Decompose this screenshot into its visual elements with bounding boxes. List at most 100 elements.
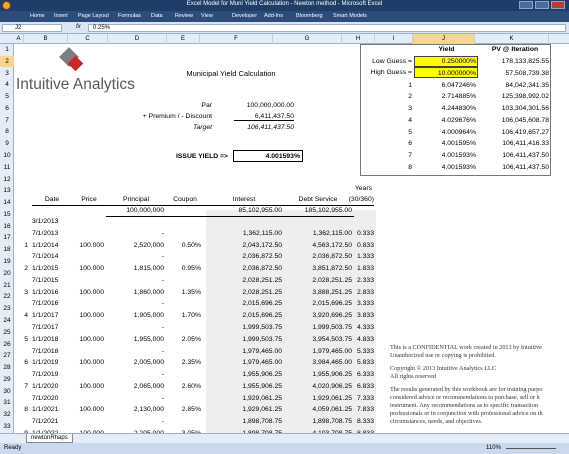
- row-header-7[interactable]: 7: [0, 115, 14, 126]
- sheet-tab-newton[interactable]: newtonRhaps: [26, 434, 73, 443]
- row-header-9[interactable]: 9: [0, 138, 14, 149]
- ribbon-tab-review[interactable]: Review: [175, 13, 193, 19]
- principal-amount: 2,130,000: [133, 406, 164, 414]
- column-header-k[interactable]: K: [475, 34, 549, 44]
- ribbon-tab-home[interactable]: Home: [30, 13, 45, 19]
- worksheet-grid[interactable]: Intuitive Analytics Municipal Yield Calc…: [14, 44, 569, 433]
- column-header-a[interactable]: A: [14, 34, 24, 44]
- row-header-32[interactable]: 32: [0, 409, 14, 420]
- debt-service-amount: 2,036,872.50: [312, 253, 352, 261]
- ribbon-tab-bloomberg[interactable]: Bloomberg: [296, 13, 323, 19]
- payment-date: 7/1/2019: [32, 371, 59, 379]
- row-header-29[interactable]: 29: [0, 374, 14, 385]
- ribbon-tab-data[interactable]: Data: [151, 13, 163, 19]
- name-box[interactable]: J2: [2, 24, 62, 32]
- premium-value: 6,411,437.50: [234, 111, 294, 121]
- bond-number: [14, 216, 28, 227]
- years-value: 2.833: [356, 288, 374, 296]
- row-header-20[interactable]: 20: [0, 268, 14, 279]
- row-header-17[interactable]: 17: [0, 232, 14, 243]
- row-header-22[interactable]: 22: [0, 291, 14, 302]
- formula-input[interactable]: 0.25%: [88, 24, 566, 32]
- iteration-yield[interactable]: 10.000000%: [414, 68, 476, 79]
- bond-price: [72, 369, 104, 380]
- column-header-b[interactable]: B: [24, 34, 68, 44]
- close-button[interactable]: [551, 1, 565, 9]
- bond-number: 3: [24, 288, 28, 296]
- row-header-27[interactable]: 27: [0, 350, 14, 361]
- row-header-28[interactable]: 28: [0, 362, 14, 373]
- payment-date: 7/1/2016: [32, 300, 59, 308]
- years-value: 0.833: [356, 241, 374, 249]
- ribbon-tab-smart-models[interactable]: Smart Models: [333, 13, 367, 19]
- column-header-h[interactable]: H: [342, 34, 375, 44]
- row-header-33[interactable]: 33: [0, 421, 14, 432]
- years-value: 0.333: [356, 229, 374, 237]
- column-header-d[interactable]: D: [108, 34, 167, 44]
- row-header-30[interactable]: 30: [0, 386, 14, 397]
- ribbon-tab-page-layout[interactable]: Page Layout: [78, 13, 109, 19]
- principal-amount: 1,955,000: [133, 335, 164, 343]
- column-header-i[interactable]: I: [375, 34, 413, 44]
- iteration-yield: 4.244830%: [441, 105, 476, 113]
- maximize-button[interactable]: [535, 1, 549, 9]
- ribbon-tab-insert[interactable]: Insert: [54, 13, 68, 19]
- row-header-15[interactable]: 15: [0, 209, 14, 220]
- row-header-2[interactable]: 2: [0, 55, 14, 67]
- par-value: 100,000,000.00: [246, 102, 294, 109]
- row-header-11[interactable]: 11: [0, 162, 14, 173]
- coupon-header: Coupon: [173, 196, 197, 203]
- years-value: 5.833: [356, 359, 374, 367]
- row-header-13[interactable]: 13: [0, 185, 14, 196]
- row-header-4[interactable]: 4: [0, 79, 14, 90]
- bond-number: [14, 298, 28, 309]
- debt-service-amount: 2,028,251.25: [312, 276, 352, 284]
- payment-date: 7/1/2018: [32, 347, 59, 355]
- row-header-26[interactable]: 26: [0, 339, 14, 350]
- row-header-16[interactable]: 16: [0, 221, 14, 232]
- row-header-12[interactable]: 12: [0, 174, 14, 185]
- row-header-8[interactable]: 8: [0, 126, 14, 137]
- column-header-e[interactable]: E: [167, 34, 200, 44]
- iteration-yield[interactable]: 0.250000%: [414, 56, 476, 67]
- row-header-6[interactable]: 6: [0, 103, 14, 114]
- fx-icon[interactable]: fx: [76, 24, 81, 30]
- row-header-18[interactable]: 18: [0, 244, 14, 255]
- payment-date: 1/1/2015: [32, 265, 59, 273]
- iteration-pv: 106,411,437.50: [502, 164, 549, 172]
- column-header-g[interactable]: G: [273, 34, 342, 44]
- row-header-25[interactable]: 25: [0, 327, 14, 338]
- bond-number: 1: [24, 241, 28, 249]
- target-value: 106,411,437.50: [247, 124, 294, 131]
- issue-yield-box[interactable]: 4.001593%: [233, 150, 303, 162]
- ribbon-tab-developer[interactable]: Developer: [232, 13, 257, 19]
- ribbon-tab-formulas[interactable]: Formulas: [118, 13, 141, 19]
- row-header-10[interactable]: 10: [0, 150, 14, 161]
- bond-price: 100.000: [79, 241, 104, 249]
- row-header-3[interactable]: 3: [0, 68, 14, 79]
- row-header-5[interactable]: 5: [0, 91, 14, 102]
- column-header-c[interactable]: C: [68, 34, 108, 44]
- coupon-rate: 0.50%: [181, 241, 201, 249]
- interest-amount: 2,036,872.50: [242, 265, 282, 273]
- note-line: The results generated by this workbook a…: [390, 386, 543, 393]
- row-header-23[interactable]: 23: [0, 303, 14, 314]
- column-header-j[interactable]: J: [413, 34, 475, 44]
- iteration-yield: 6.047246%: [441, 81, 476, 89]
- row-header-31[interactable]: 31: [0, 397, 14, 408]
- row-header-21[interactable]: 21: [0, 280, 14, 291]
- column-header-f[interactable]: F: [200, 34, 273, 44]
- bond-number: [14, 322, 28, 333]
- bond-price: [72, 216, 104, 227]
- ribbon-tab-add-ins[interactable]: Add-Ins: [264, 13, 283, 19]
- interest-amount: 1,999,503.75: [242, 335, 282, 343]
- ribbon-tab-view[interactable]: View: [201, 13, 213, 19]
- row-header-24[interactable]: 24: [0, 315, 14, 326]
- note-line: Copyright © 2013 Intuitive Analytics LLC: [390, 365, 496, 372]
- row-header-1[interactable]: 1: [0, 44, 14, 55]
- zoom-slider[interactable]: [506, 448, 556, 449]
- row-header-14[interactable]: 14: [0, 197, 14, 208]
- row-header-19[interactable]: 19: [0, 256, 14, 267]
- minimize-button[interactable]: [519, 1, 533, 9]
- iteration-pv: 84,042,341.35: [505, 81, 549, 89]
